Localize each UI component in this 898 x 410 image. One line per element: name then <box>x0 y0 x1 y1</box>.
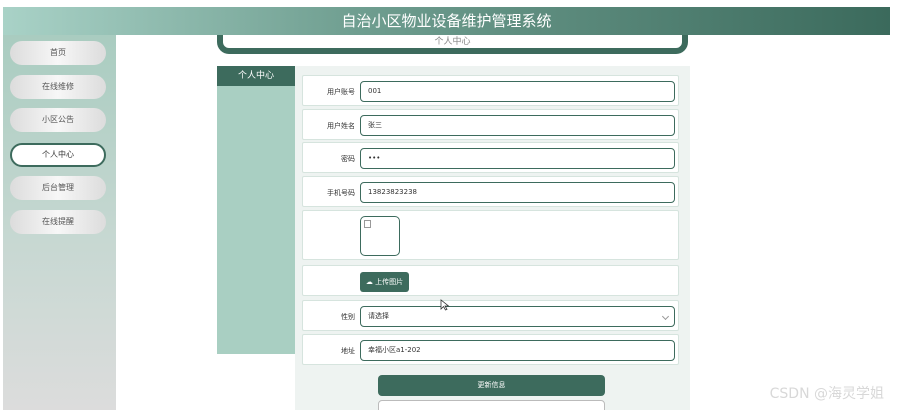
form-row-name: 用户姓名 张三 <box>302 109 679 140</box>
account-input[interactable]: 001 <box>360 81 675 102</box>
form-row-gender: 性别 请选择 <box>302 300 679 331</box>
update-info-button[interactable]: 更新信息 <box>378 375 605 396</box>
broken-image-icon <box>364 220 371 228</box>
address-label: 地址 <box>341 347 355 355</box>
form-row-address: 地址 幸福小区a1-202 <box>302 334 679 365</box>
chevron-down-icon <box>661 312 670 321</box>
name-input[interactable]: 张三 <box>360 115 675 136</box>
sidebar: 首页 在线维修 小区公告 个人中心 后台管理 在线提醒 <box>3 35 116 410</box>
phone-label: 手机号码 <box>327 189 355 197</box>
profile-form: 用户账号 001 用户姓名 张三 密码 ••• 手机号码 13823823238… <box>295 66 690 410</box>
sidebar-item-reminder[interactable]: 在线提醒 <box>10 210 106 234</box>
sidebar-item-notice[interactable]: 小区公告 <box>10 108 106 132</box>
app-header: 自治小区物业设备维护管理系统 <box>3 7 890 35</box>
sidebar-item-home[interactable]: 首页 <box>10 41 106 65</box>
account-label: 用户账号 <box>327 88 355 96</box>
name-label: 用户姓名 <box>327 122 355 130</box>
form-row-upload: ☁ 上传图片 <box>302 265 679 296</box>
form-row-phone: 手机号码 13823823238 <box>302 176 679 207</box>
upload-image-label: 上传图片 <box>375 278 404 286</box>
phone-input[interactable]: 13823823238 <box>360 182 675 203</box>
form-row-avatar <box>302 210 679 260</box>
section-column: 个人中心 <box>217 66 295 354</box>
cloud-upload-icon: ☁ <box>365 278 373 286</box>
form-row-password: 密码 ••• <box>302 142 679 173</box>
mouse-cursor-icon <box>440 299 450 311</box>
gender-select[interactable]: 请选择 <box>360 306 675 327</box>
secondary-button[interactable] <box>378 400 605 410</box>
avatar-preview[interactable] <box>360 216 400 256</box>
password-label: 密码 <box>341 155 355 163</box>
gender-label: 性别 <box>341 313 355 321</box>
page: 自治小区物业设备维护管理系统 首页 在线维修 小区公告 个人中心 后台管理 在线… <box>0 0 898 410</box>
form-row-account: 用户账号 001 <box>302 75 679 106</box>
address-input[interactable]: 幸福小区a1-202 <box>360 340 675 361</box>
app-title: 自治小区物业设备维护管理系统 <box>341 12 552 30</box>
sidebar-item-personal-center[interactable]: 个人中心 <box>10 143 106 167</box>
upload-image-button[interactable]: ☁ 上传图片 <box>360 272 409 292</box>
password-input[interactable]: ••• <box>360 148 675 169</box>
watermark: CSDN @海灵学姐 <box>769 386 884 402</box>
page-tab-card: 个人中心 <box>217 35 688 54</box>
gender-select-value: 请选择 <box>368 312 389 320</box>
sidebar-item-admin[interactable]: 后台管理 <box>10 176 106 200</box>
sidebar-item-online-repair[interactable]: 在线维修 <box>10 75 106 99</box>
section-title: 个人中心 <box>217 66 295 86</box>
page-tab-label: 个人中心 <box>434 37 471 47</box>
